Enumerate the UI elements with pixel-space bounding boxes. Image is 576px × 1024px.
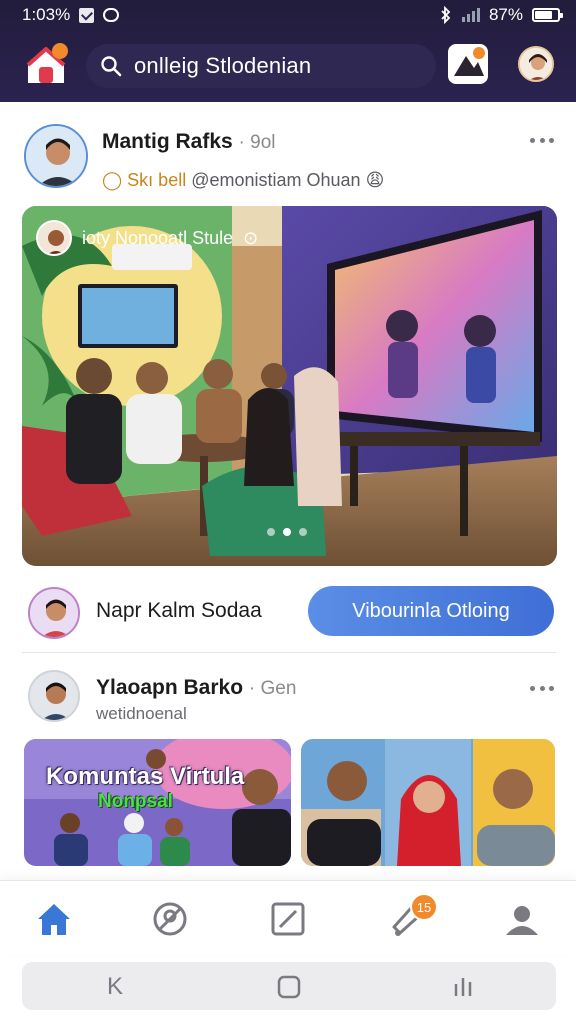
- notification-badge: 15: [410, 893, 438, 921]
- shield-icon: [103, 8, 120, 22]
- post-subtitle: wetidnoenal: [96, 704, 187, 723]
- media-source-chip[interactable]: ioty Nonooatl Stule ⊙: [36, 220, 258, 256]
- circle-icon: ⊙: [243, 227, 259, 248]
- post-more-button[interactable]: [530, 686, 554, 692]
- carousel-indicator[interactable]: [267, 528, 307, 536]
- avatar-face-icon: [30, 589, 78, 637]
- avatar-face-icon: [38, 222, 70, 254]
- search-placeholder: onlleig Stlodenian: [134, 53, 312, 78]
- commenter-avatar[interactable]: [28, 587, 80, 639]
- back-icon: K: [106, 973, 123, 1000]
- post-author-name[interactable]: Mantig Rafks · 9ol: [102, 130, 276, 154]
- tab-create[interactable]: [268, 899, 308, 939]
- post-mention[interactable]: @emonistiam Ohuan: [191, 170, 360, 190]
- chip-avatar: [36, 220, 72, 256]
- image-tile[interactable]: Komuntas Virtula Nonpsal: [24, 739, 291, 866]
- search-icon: [101, 56, 122, 77]
- post-media-carousel[interactable]: ioty Nonooatl Stule ⊙: [22, 206, 557, 566]
- avatar-face-icon: [26, 126, 86, 186]
- post-tag-text: Skı bell: [127, 170, 187, 190]
- commenter-name[interactable]: Napr Kalm Sodaa: [96, 599, 262, 623]
- join-button[interactable]: Vibourinla Otloing: [308, 586, 554, 636]
- top-header: 1:03% 87% onlleig Stlodenian: [0, 0, 576, 102]
- bluetooth-icon: [441, 6, 451, 24]
- system-navigation-bar: K: [22, 962, 556, 1010]
- avatar-face-icon: [520, 48, 552, 80]
- home-icon: [38, 904, 70, 935]
- post-author-name[interactable]: Ylaoapn Barko · Gen: [96, 676, 296, 700]
- profile-avatar[interactable]: [518, 46, 554, 82]
- author-avatar[interactable]: [24, 124, 88, 188]
- carousel-dot-active[interactable]: [283, 528, 291, 536]
- tab-home[interactable]: [34, 899, 74, 939]
- home-button[interactable]: [274, 972, 304, 1002]
- status-bar: 1:03% 87%: [0, 0, 576, 30]
- join-button-label: Vibourinla Otloing: [352, 599, 510, 622]
- author-name-text: Ylaoapn Barko: [96, 676, 244, 699]
- bottom-tab-bar: 15: [0, 880, 576, 954]
- post-time: Gen: [260, 678, 297, 699]
- profile-icon: [506, 906, 538, 935]
- tab-profile[interactable]: [502, 899, 542, 939]
- people-collage-photo: [301, 739, 555, 866]
- app-logo-icon[interactable]: [24, 43, 68, 87]
- signal-icon: [461, 8, 480, 22]
- app-header: onlleig Stlodenian: [0, 38, 576, 94]
- back-button[interactable]: K: [100, 972, 130, 1002]
- media-chip-label: ioty Nonooatl Stule: [82, 227, 234, 248]
- image-tile[interactable]: [301, 739, 555, 866]
- status-time: 1:03%: [22, 5, 71, 24]
- tag-coin-icon: ◯: [102, 170, 123, 190]
- avatar-face-icon: [30, 672, 78, 720]
- edit-icon: [271, 902, 305, 936]
- recents-icon: [454, 978, 472, 996]
- check-notification-icon: [79, 7, 95, 23]
- tab-explore[interactable]: [150, 899, 190, 939]
- battery-percent: 87%: [488, 5, 523, 24]
- create-post-button[interactable]: [448, 44, 488, 84]
- feed-divider: [22, 652, 556, 653]
- tile-title: Komuntas Virtula: [46, 763, 245, 790]
- post-tag[interactable]: ◯ Skı bell: [102, 170, 186, 190]
- post-subtitle: ◯ Skı bell @emonistiam Ohuan 😩: [102, 170, 384, 191]
- comment-row: Napr Kalm Sodaa Vibourinla Otloing: [0, 584, 576, 642]
- explore-icon: [153, 902, 187, 936]
- emoji-icon: 😩: [365, 170, 385, 190]
- post-more-button[interactable]: [530, 138, 554, 144]
- tile-subtitle: Nonpsal: [98, 791, 173, 812]
- battery-icon: [532, 8, 563, 22]
- post-image-grid: Komuntas Virtula Nonpsal: [24, 739, 555, 866]
- recents-button[interactable]: [448, 972, 478, 1002]
- search-input[interactable]: onlleig Stlodenian: [86, 44, 436, 88]
- post-time: 9ol: [250, 132, 276, 153]
- carousel-dot[interactable]: [267, 528, 275, 536]
- mountain-badge-icon: [454, 47, 485, 76]
- carousel-dot[interactable]: [299, 528, 307, 536]
- author-name-text: Mantig Rafks: [102, 130, 233, 153]
- community-lounge-photo: [22, 206, 557, 566]
- home-square-icon: [277, 975, 301, 999]
- author-avatar[interactable]: [28, 670, 80, 722]
